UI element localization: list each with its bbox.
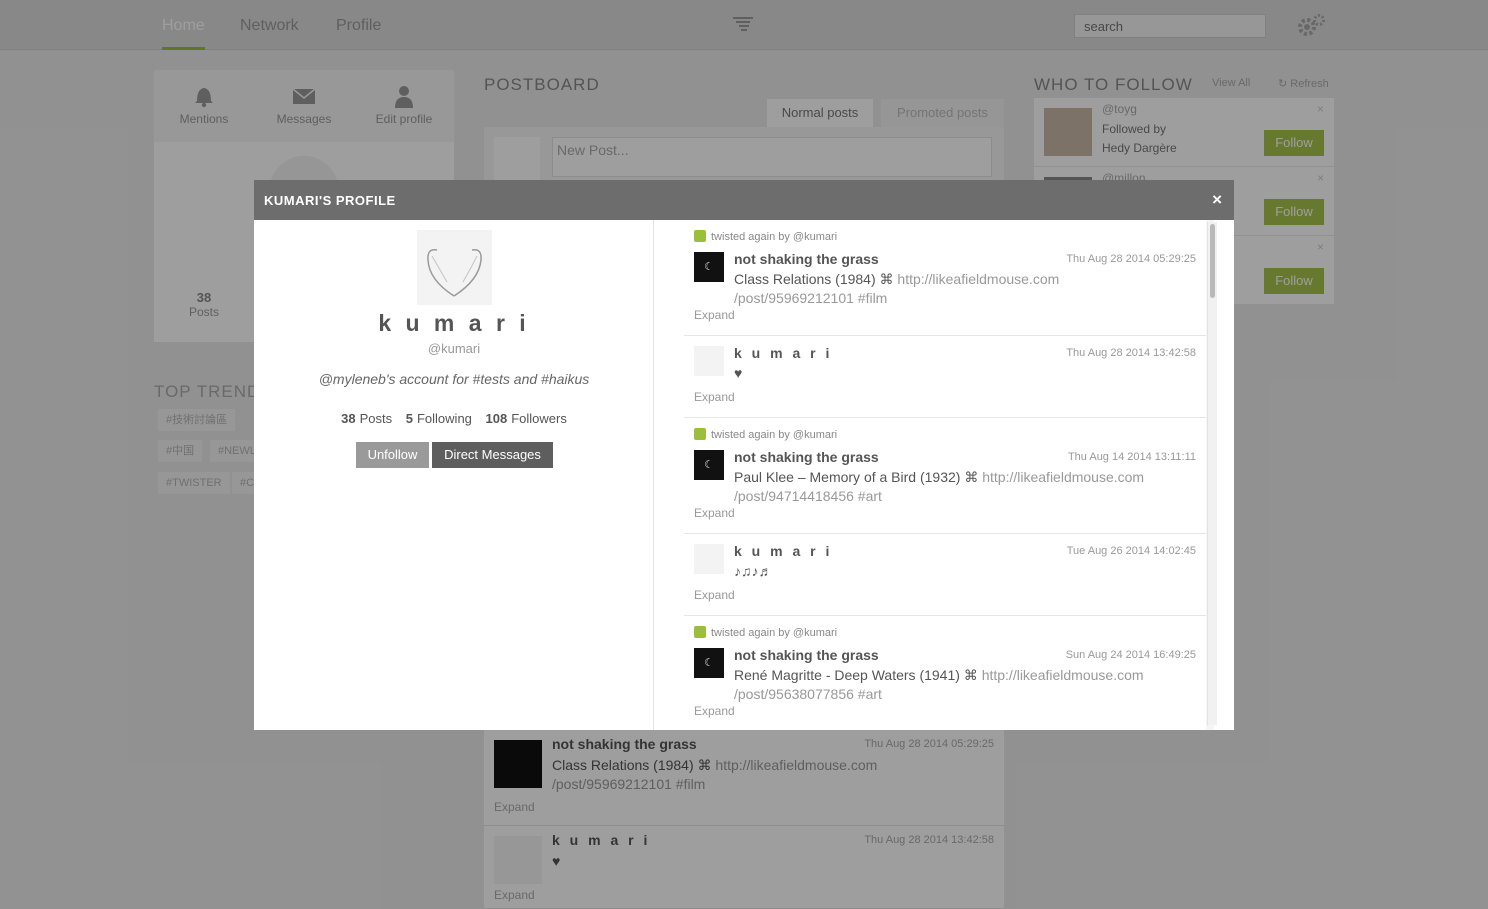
post-expand-link[interactable]: Expand: [694, 390, 735, 404]
post-avatar[interactable]: ☾: [694, 648, 724, 678]
following-stat[interactable]: 5 Following: [406, 411, 472, 426]
retwist-text[interactable]: twisted again by @kumari: [711, 627, 837, 639]
post-avatar[interactable]: ☾: [694, 252, 724, 282]
post-avatar[interactable]: [694, 346, 724, 376]
post-time[interactable]: Tue Aug 26 2014 14:02:45: [1067, 545, 1196, 557]
post-text: Class Relations (1984) ⌘ http://likeafie…: [734, 270, 1084, 308]
post-avatar[interactable]: ☾: [694, 450, 724, 480]
post-author[interactable]: not shaking the grass: [734, 449, 879, 465]
feed-post[interactable]: twisted again by @kumari ☾ not shaking t…: [684, 418, 1206, 534]
direct-messages-button[interactable]: Direct Messages: [432, 442, 553, 468]
post-time[interactable]: Thu Aug 28 2014 05:29:25: [1066, 253, 1196, 265]
avatar-moon-icon: ☾: [704, 261, 714, 273]
retwist-icon: [694, 626, 706, 638]
modal-header: KUMARI'S PROFILE ×: [254, 180, 1234, 220]
avatar-moon-icon: ☾: [704, 459, 714, 471]
feed-scrollbar-thumb[interactable]: [1210, 224, 1215, 298]
followers-label: Followers: [511, 411, 567, 426]
feed-post[interactable]: twisted again by @kumari ☾ not shaking t…: [684, 220, 1206, 336]
post-author[interactable]: k u m a r i: [734, 345, 832, 361]
post-link[interactable]: http://likeafieldmouse.com: [982, 469, 1144, 485]
post-expand-link[interactable]: Expand: [694, 308, 735, 322]
profile-handle: @kumari: [427, 341, 481, 356]
retwist-text[interactable]: twisted again by @kumari: [711, 429, 837, 441]
retwist-note: twisted again by @kumari: [694, 626, 837, 639]
post-body: René Magritte - Deep Waters (1941) ⌘: [734, 667, 982, 683]
profile-stats: 38 Posts 5 Following 108 Followers: [254, 411, 654, 426]
avatar-moon-icon: ☾: [704, 657, 714, 669]
profile-pane: k u m a r i @kumari @myleneb's account f…: [254, 220, 654, 730]
followers-stat[interactable]: 108 Followers: [486, 411, 567, 426]
post-link[interactable]: http://likeafieldmouse.com: [982, 667, 1144, 683]
post-time[interactable]: Sun Aug 24 2014 16:49:25: [1066, 649, 1196, 661]
unfollow-button[interactable]: Unfollow: [356, 442, 429, 468]
post-expand-link[interactable]: Expand: [694, 506, 735, 520]
post-expand-link[interactable]: Expand: [694, 588, 735, 602]
post-link[interactable]: http://likeafieldmouse.com: [897, 271, 1059, 287]
followers-count: 108: [485, 411, 508, 426]
profile-name: k u m a r i: [378, 310, 530, 336]
retwist-icon: [694, 428, 706, 440]
post-link-rest[interactable]: /post/95638077856 #art: [734, 686, 882, 702]
post-text: René Magritte - Deep Waters (1941) ⌘ htt…: [734, 666, 1174, 704]
post-time[interactable]: Thu Aug 28 2014 13:42:58: [1066, 347, 1196, 359]
post-text: Paul Klee – Memory of a Bird (1932) ⌘ ht…: [734, 468, 1174, 506]
post-link-rest[interactable]: /post/95969212101 #film: [734, 290, 887, 306]
retwist-icon: [694, 230, 706, 242]
profile-bio: @myleneb's account for #tests and #haiku…: [318, 371, 590, 387]
posts-label: Posts: [359, 411, 393, 426]
feed-post[interactable]: k u m a r i Tue Aug 26 2014 14:02:45 ♪♫♪…: [684, 534, 1206, 616]
post-body: Paul Klee – Memory of a Bird (1932) ⌘: [734, 469, 983, 485]
feed-scrollbar[interactable]: [1207, 222, 1217, 725]
post-text: ♪♫♪♬: [734, 563, 773, 579]
feed-post[interactable]: k u m a r i Thu Aug 28 2014 13:42:58 ♥ E…: [684, 336, 1206, 418]
retwist-note: twisted again by @kumari: [694, 428, 837, 441]
post-expand-link[interactable]: Expand: [694, 704, 735, 718]
posts-count: 38: [341, 411, 356, 426]
post-author[interactable]: not shaking the grass: [734, 647, 879, 663]
post-body: Class Relations (1984) ⌘: [734, 271, 898, 287]
post-avatar[interactable]: [694, 544, 724, 574]
post-author[interactable]: k u m a r i: [734, 543, 832, 559]
posts-stat[interactable]: 38 Posts: [341, 411, 392, 426]
profile-feed: twisted again by @kumari ☾ not shaking t…: [684, 220, 1214, 730]
following-label: Following: [416, 411, 472, 426]
post-text: ♥: [734, 365, 743, 381]
post-author[interactable]: not shaking the grass: [734, 251, 879, 267]
avatar-heart-image: [427, 248, 482, 297]
post-link-rest[interactable]: /post/94714418456 #art: [734, 488, 882, 504]
retwist-text[interactable]: twisted again by @kumari: [711, 231, 837, 243]
profile-modal: KUMARI'S PROFILE × k u m a r i @kumari @…: [254, 180, 1234, 730]
following-count: 5: [405, 411, 413, 426]
retwist-note: twisted again by @kumari: [694, 230, 837, 243]
post-time[interactable]: Thu Aug 14 2014 13:11:11: [1068, 451, 1196, 463]
profile-avatar[interactable]: [417, 230, 492, 305]
modal-title: KUMARI'S PROFILE: [264, 193, 396, 208]
close-icon[interactable]: ×: [1212, 190, 1222, 210]
feed-post[interactable]: twisted again by @kumari ☾ not shaking t…: [684, 616, 1206, 730]
